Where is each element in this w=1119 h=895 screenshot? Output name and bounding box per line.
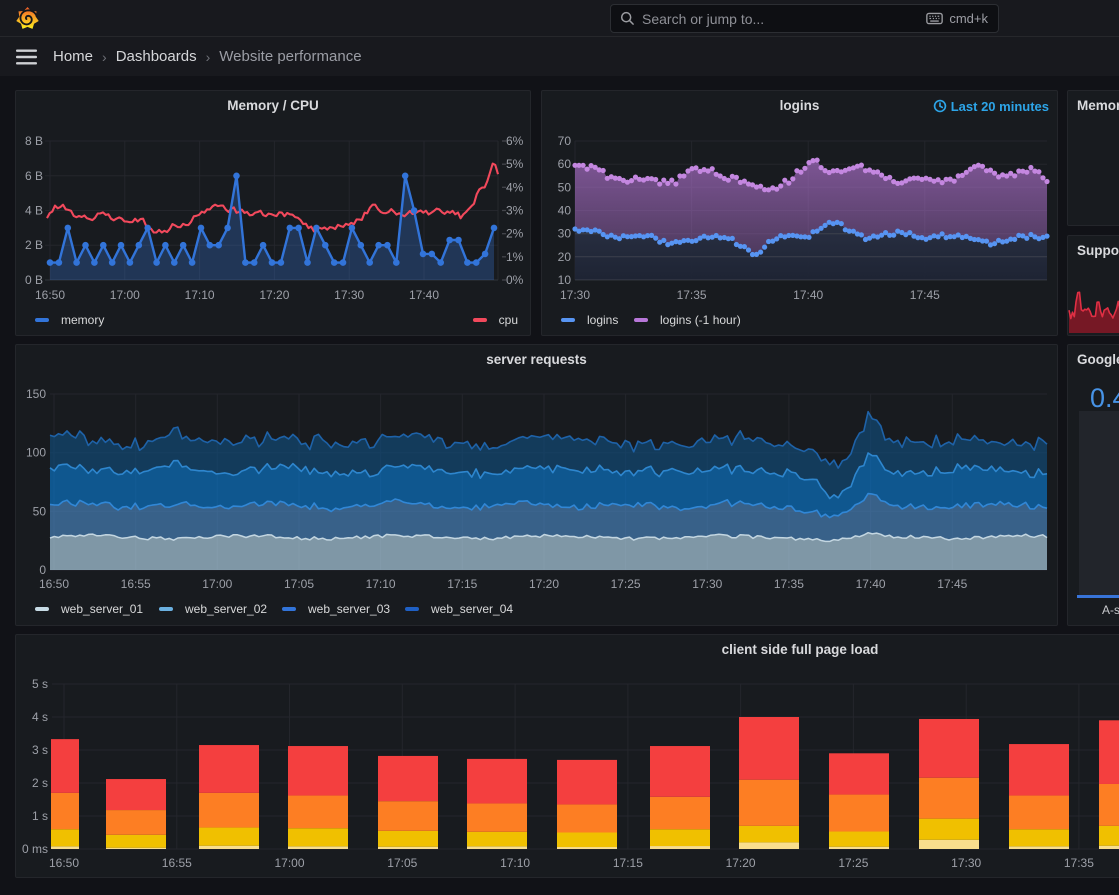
svg-text:17:15: 17:15 [613, 856, 643, 870]
svg-text:30: 30 [558, 227, 572, 241]
svg-text:0 B: 0 B [25, 273, 43, 287]
svg-text:16:55: 16:55 [162, 856, 192, 870]
svg-text:3 s: 3 s [32, 743, 48, 757]
svg-text:3%: 3% [506, 204, 524, 218]
svg-text:2 B: 2 B [25, 238, 43, 252]
svg-text:40: 40 [558, 204, 572, 218]
svg-text:17:35: 17:35 [774, 577, 804, 591]
svg-text:16:50: 16:50 [39, 577, 69, 591]
svg-text:10: 10 [558, 273, 572, 287]
svg-text:2%: 2% [506, 227, 524, 241]
svg-text:50: 50 [33, 504, 47, 518]
svg-text:16:55: 16:55 [121, 577, 151, 591]
svg-text:60: 60 [558, 157, 572, 171]
svg-text:17:30: 17:30 [560, 288, 590, 302]
svg-text:6%: 6% [506, 134, 524, 148]
svg-text:17:10: 17:10 [185, 288, 215, 302]
svg-text:17:20: 17:20 [259, 288, 289, 302]
svg-text:17:00: 17:00 [110, 288, 140, 302]
svg-text:17:45: 17:45 [937, 577, 967, 591]
svg-text:17:00: 17:00 [202, 577, 232, 591]
svg-text:17:25: 17:25 [838, 856, 868, 870]
svg-text:17:05: 17:05 [284, 577, 314, 591]
svg-text:20: 20 [558, 250, 572, 264]
svg-text:17:30: 17:30 [334, 288, 364, 302]
svg-text:16:50: 16:50 [49, 856, 79, 870]
svg-text:50: 50 [558, 180, 572, 194]
svg-text:0: 0 [39, 563, 46, 577]
svg-text:1%: 1% [506, 250, 524, 264]
svg-text:17:25: 17:25 [611, 577, 641, 591]
svg-text:17:30: 17:30 [951, 856, 981, 870]
svg-text:5 s: 5 s [32, 677, 48, 691]
svg-text:4%: 4% [506, 180, 524, 194]
svg-text:17:10: 17:10 [500, 856, 530, 870]
svg-text:17:20: 17:20 [529, 577, 559, 591]
svg-text:2 s: 2 s [32, 776, 48, 790]
svg-text:17:10: 17:10 [366, 577, 396, 591]
svg-text:17:35: 17:35 [677, 288, 707, 302]
svg-text:17:40: 17:40 [409, 288, 439, 302]
svg-text:17:05: 17:05 [387, 856, 417, 870]
svg-text:17:15: 17:15 [447, 577, 477, 591]
svg-text:8 B: 8 B [25, 134, 43, 148]
svg-text:100: 100 [26, 446, 46, 460]
svg-text:5%: 5% [506, 157, 524, 171]
svg-text:17:40: 17:40 [856, 577, 886, 591]
svg-text:17:20: 17:20 [726, 856, 756, 870]
svg-text:150: 150 [26, 387, 46, 401]
svg-text:0 ms: 0 ms [22, 842, 48, 856]
svg-text:17:00: 17:00 [274, 856, 304, 870]
svg-text:17:45: 17:45 [910, 288, 940, 302]
svg-text:6 B: 6 B [25, 169, 43, 183]
svg-text:17:30: 17:30 [692, 577, 722, 591]
svg-text:1 s: 1 s [32, 809, 48, 823]
svg-text:4 s: 4 s [32, 710, 48, 724]
svg-text:16:50: 16:50 [35, 288, 65, 302]
svg-text:4 B: 4 B [25, 204, 43, 218]
svg-text:70: 70 [558, 134, 572, 148]
svg-text:17:35: 17:35 [1064, 856, 1094, 870]
svg-text:17:40: 17:40 [793, 288, 823, 302]
svg-text:0%: 0% [506, 273, 524, 287]
